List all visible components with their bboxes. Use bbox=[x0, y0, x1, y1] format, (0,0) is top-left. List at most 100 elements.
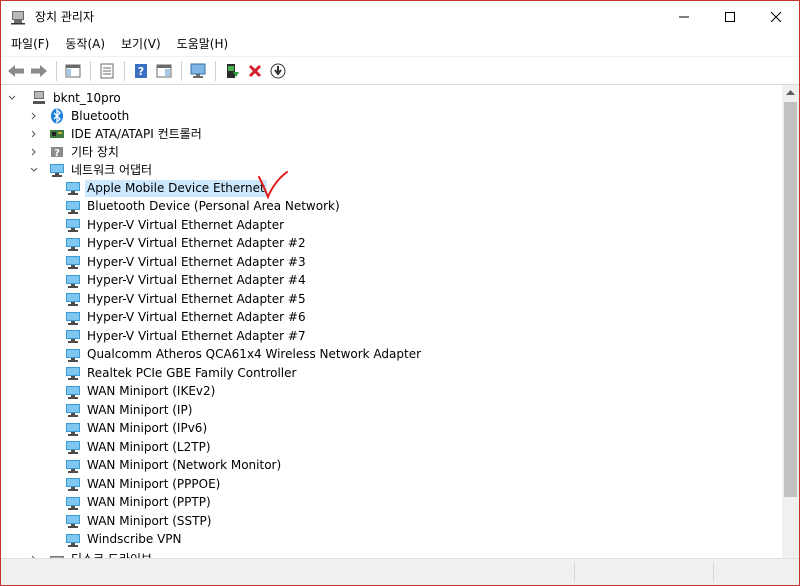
tree-root[interactable]: bknt_10pro bbox=[7, 89, 123, 107]
computer-icon bbox=[33, 91, 45, 104]
back-icon bbox=[8, 64, 24, 77]
chevron-down-icon[interactable] bbox=[7, 93, 17, 103]
ide-controller-icon bbox=[50, 130, 64, 138]
menu-file[interactable]: 파일(F) bbox=[5, 32, 55, 56]
scan-hardware-button[interactable] bbox=[187, 60, 209, 82]
network-adapter-item[interactable]: Bluetooth Device (Personal Area Network) bbox=[65, 198, 342, 216]
network-adapter-icon bbox=[66, 422, 80, 436]
tree-category-label: Bluetooth bbox=[71, 108, 130, 123]
menu-action[interactable]: 동작(A) bbox=[59, 32, 111, 56]
network-adapter-label: Qualcomm Atheros QCA61x4 Wireless Networ… bbox=[87, 347, 422, 361]
network-adapter-icon bbox=[66, 256, 80, 269]
network-adapter-item[interactable]: Hyper-V Virtual Ethernet Adapter #3 bbox=[65, 253, 308, 271]
help-icon: ? bbox=[135, 63, 147, 78]
network-adapter-item[interactable]: WAN Miniport (IKEv2) bbox=[65, 383, 217, 401]
network-adapter-item[interactable]: Realtek PCIe GBE Family Controller bbox=[65, 364, 298, 382]
chevron-right-icon[interactable] bbox=[29, 147, 39, 157]
tree-category-network[interactable]: 네트워크 어댑터 bbox=[29, 161, 154, 179]
close-button[interactable] bbox=[753, 1, 799, 32]
forward-button[interactable] bbox=[28, 60, 50, 82]
show-hide-tree-icon bbox=[65, 64, 81, 77]
network-adapter-icon bbox=[66, 385, 80, 399]
show-hide-tree-button[interactable] bbox=[62, 60, 84, 82]
network-adapter-icon bbox=[66, 330, 80, 343]
network-adapter-icon bbox=[66, 219, 80, 232]
device-tree: bknt_10pro Bluetooth IDE ATA/ATAPI 컨트롤러 … bbox=[1, 85, 784, 559]
network-adapter-icon bbox=[50, 164, 64, 177]
network-adapter-label: Windscribe VPN bbox=[87, 532, 182, 546]
help-button[interactable]: ? bbox=[130, 60, 152, 82]
bluetooth-icon bbox=[51, 108, 63, 124]
properties-button[interactable] bbox=[96, 60, 118, 82]
tree-category-bluetooth[interactable]: Bluetooth bbox=[29, 107, 131, 125]
network-adapter-item[interactable]: WAN Miniport (L2TP) bbox=[65, 438, 213, 456]
network-adapter-item[interactable]: WAN Miniport (SSTP) bbox=[65, 512, 213, 530]
tree-category-ide[interactable]: IDE ATA/ATAPI 컨트롤러 bbox=[29, 125, 204, 143]
back-button[interactable] bbox=[5, 60, 27, 82]
network-adapter-label: Bluetooth Device (Personal Area Network) bbox=[87, 199, 340, 213]
maximize-icon bbox=[725, 11, 735, 22]
tree-root-label: bknt_10pro bbox=[53, 90, 121, 105]
network-adapter-icon bbox=[66, 515, 80, 528]
toolbar-separator bbox=[215, 60, 216, 81]
tree-category-label: 기타 장치 bbox=[71, 144, 119, 159]
network-adapter-label: WAN Miniport (SSTP) bbox=[87, 513, 212, 528]
device-manager-app-icon bbox=[11, 10, 25, 24]
tree-category-label: 네트워크 어댑터 bbox=[71, 162, 153, 177]
network-adapter-item[interactable]: Hyper-V Virtual Ethernet Adapter #5 bbox=[65, 290, 308, 308]
network-adapter-label: Hyper-V Virtual Ethernet Adapter #3 bbox=[87, 254, 306, 269]
network-adapter-item[interactable]: Hyper-V Virtual Ethernet Adapter #4 bbox=[65, 272, 308, 290]
network-adapter-label: WAN Miniport (L2TP) bbox=[87, 439, 211, 454]
close-icon bbox=[771, 11, 781, 22]
network-adapter-item[interactable]: Qualcomm Atheros QCA61x4 Wireless Networ… bbox=[65, 346, 423, 364]
other-device-icon: ? bbox=[51, 147, 63, 159]
chevron-right-icon[interactable] bbox=[29, 111, 39, 121]
download-icon bbox=[270, 63, 286, 78]
network-adapter-item[interactable]: WAN Miniport (Network Monitor) bbox=[65, 457, 283, 475]
network-adapter-item[interactable]: Hyper-V Virtual Ethernet Adapter bbox=[65, 216, 286, 234]
view-button[interactable] bbox=[153, 60, 175, 82]
network-adapter-item[interactable]: WAN Miniport (IPv6) bbox=[65, 420, 209, 438]
network-adapter-item[interactable]: WAN Miniport (IP) bbox=[65, 401, 194, 419]
network-adapter-label: Hyper-V Virtual Ethernet Adapter bbox=[87, 217, 285, 232]
uninstall-button[interactable] bbox=[244, 60, 266, 82]
view-icon bbox=[156, 64, 172, 77]
tree-category-other[interactable]: ? 기타 장치 bbox=[29, 143, 121, 161]
network-adapter-icon bbox=[66, 348, 80, 362]
network-adapter-item[interactable]: Windscribe VPN bbox=[65, 531, 184, 549]
toolbar-separator bbox=[181, 60, 182, 81]
menu-help[interactable]: 도움말(H) bbox=[171, 32, 235, 56]
minimize-button[interactable] bbox=[661, 1, 707, 32]
network-adapter-label: WAN Miniport (IKEv2) bbox=[87, 384, 216, 398]
network-adapter-icon bbox=[66, 496, 80, 510]
network-adapter-icon bbox=[66, 367, 80, 380]
scroll-up-icon[interactable] bbox=[786, 89, 795, 95]
forward-icon bbox=[31, 64, 47, 77]
network-adapter-label: Hyper-V Virtual Ethernet Adapter #7 bbox=[87, 328, 306, 343]
menu-view[interactable]: 보기(V) bbox=[115, 32, 167, 56]
monitor-icon bbox=[190, 63, 206, 78]
uninstall-icon bbox=[248, 64, 262, 77]
vertical-scrollbar[interactable] bbox=[782, 85, 799, 569]
download-button[interactable] bbox=[267, 60, 289, 82]
network-adapter-item[interactable]: Apple Mobile Device Ethernet bbox=[65, 179, 267, 197]
network-adapter-item[interactable]: WAN Miniport (PPTP) bbox=[65, 494, 213, 512]
toolbar-separator bbox=[56, 60, 57, 81]
network-adapter-icon bbox=[66, 200, 80, 214]
maximize-button[interactable] bbox=[707, 1, 753, 32]
network-adapter-label: Hyper-V Virtual Ethernet Adapter #5 bbox=[87, 291, 306, 306]
scrollbar-thumb[interactable] bbox=[784, 102, 797, 497]
network-adapter-item[interactable]: Hyper-V Virtual Ethernet Adapter #7 bbox=[65, 327, 308, 345]
device-manager-window: 장치 관리자 파일(F) 동작(A) 보기(V) 도움말(H) ? bknt_1… bbox=[0, 0, 800, 586]
network-adapter-icon bbox=[66, 293, 80, 306]
chevron-right-icon[interactable] bbox=[29, 129, 39, 139]
network-adapter-label: Hyper-V Virtual Ethernet Adapter #6 bbox=[87, 310, 306, 324]
network-adapter-item[interactable]: Hyper-V Virtual Ethernet Adapter #6 bbox=[65, 309, 308, 327]
chevron-down-icon[interactable] bbox=[29, 165, 39, 175]
update-driver-button[interactable] bbox=[221, 60, 243, 82]
network-adapter-item[interactable]: WAN Miniport (PPPOE) bbox=[65, 475, 222, 493]
network-adapter-label: WAN Miniport (Network Monitor) bbox=[87, 458, 282, 472]
status-bar bbox=[1, 558, 799, 585]
network-adapter-icon bbox=[66, 237, 80, 251]
network-adapter-item[interactable]: Hyper-V Virtual Ethernet Adapter #2 bbox=[65, 235, 308, 253]
